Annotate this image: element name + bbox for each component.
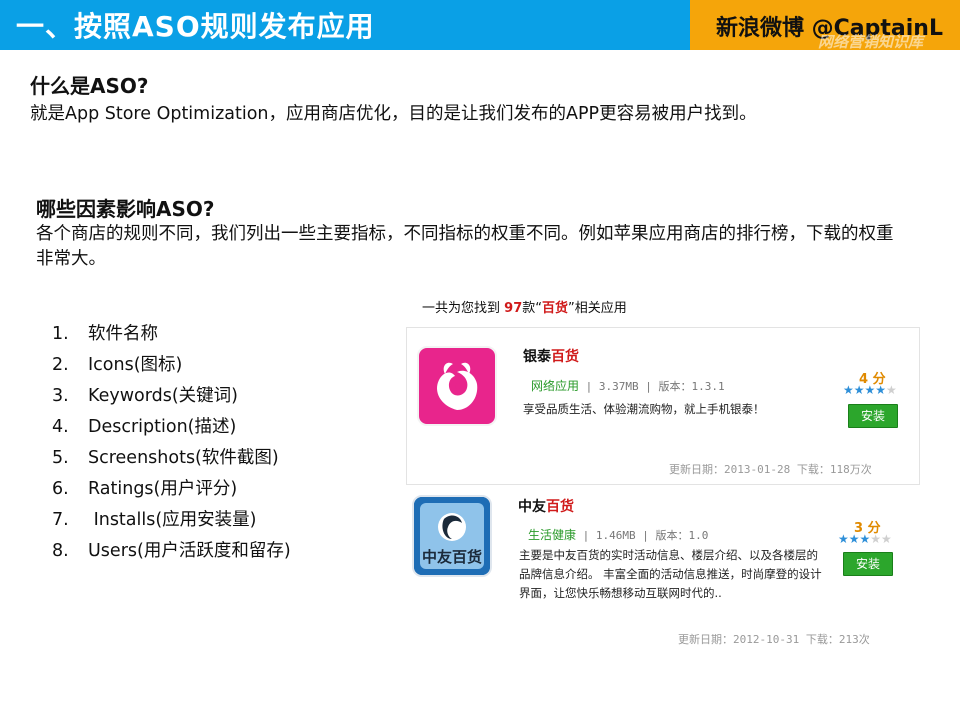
app-category: 生活健康 [528,528,577,542]
list-item: 3. Keywords(关键词) [52,386,239,406]
star-empty-icon: ★★ [870,532,892,546]
list-item: 5. Screenshots(软件截图) [52,448,279,468]
app-meta: 网络应用 | 3.37MB | 版本：1.3.1 [531,379,725,393]
app-updated: 更新日期：2013-01-28 下载：118万次 [669,463,872,476]
app-name[interactable]: 银泰百货 [523,346,579,366]
app-description: 享受品质生活、体验潮流购物，就上手机银泰！ [523,402,765,416]
app-name[interactable]: 中友百货 [518,496,574,516]
question-factors: 哪些因素影响ASO? [36,197,215,221]
search-summary: 一共为您找到 97款“百货”相关应用 [422,301,627,316]
watermark: 网络营销知识库 [818,33,924,51]
result-count: 97 [504,301,523,316]
slide-title: 一、按照ASO规则发布应用 [16,10,375,43]
list-item: 2. Icons(图标) [52,355,183,375]
factor-list: 1. 软件名称 2. Icons(图标) 3. Keywords(关键词) 4. Des… [52,320,291,568]
app-icon-label: 中友百货 [421,548,482,566]
question-what-is-aso: 什么是ASO? [30,74,149,98]
app-description: 主要是中友百货的实时活动信息、楼层介绍、以及各楼层的品牌信息介绍。 丰富全面的活… [519,548,822,600]
app-card-zhongyou[interactable]: 中友百货 中友百货 生活健康 | 1.46MB | 版本：1.0 主要是中友百货… [406,490,920,655]
answer-what-is-aso: 就是App Store Optimization，应用商店优化，目的是让我们发布… [30,104,757,124]
zhongyou-app-icon[interactable]: 中友百货 [412,495,492,577]
list-item: 1. 软件名称 [52,324,158,344]
app-category: 网络应用 [531,379,580,393]
install-button[interactable]: 安装 [848,404,898,428]
yintai-logo-icon [437,362,478,410]
app-meta: 生活健康 | 1.46MB | 版本：1.0 [528,528,709,542]
list-item: 8. Users(用户活跃度和留存) [52,541,291,561]
star-rating: ★★★★★ [843,383,897,397]
search-keyword: 百货 [542,301,569,316]
app-updated: 更新日期：2012-10-31 下载：213次 [678,633,870,646]
star-empty-icon: ★ [886,383,897,397]
list-item: 6. Ratings(用户评分) [52,479,238,499]
app-card-yintai[interactable]: 银泰百货 网络应用 | 3.37MB | 版本：1.3.1 享受品质生活、体验潮… [406,327,920,485]
list-item: 7. Installs(应用安装量) [52,510,257,530]
star-rating: ★★★★★ [838,532,892,546]
star-icon: ★★★ [838,532,871,546]
title-bar: 一、按照ASO规则发布应用 新浪微博 @CaptainL 网络营销知识库 [0,0,960,51]
answer-factors: 各个商店的规则不同，我们列出一些主要指标，不同指标的权重不同。例如苹果应用商店的… [36,224,894,269]
yintai-app-icon[interactable] [417,346,497,426]
star-icon: ★★★★ [843,383,887,397]
install-button[interactable]: 安装 [843,552,893,576]
list-item: 4. Description(描述) [52,417,237,437]
